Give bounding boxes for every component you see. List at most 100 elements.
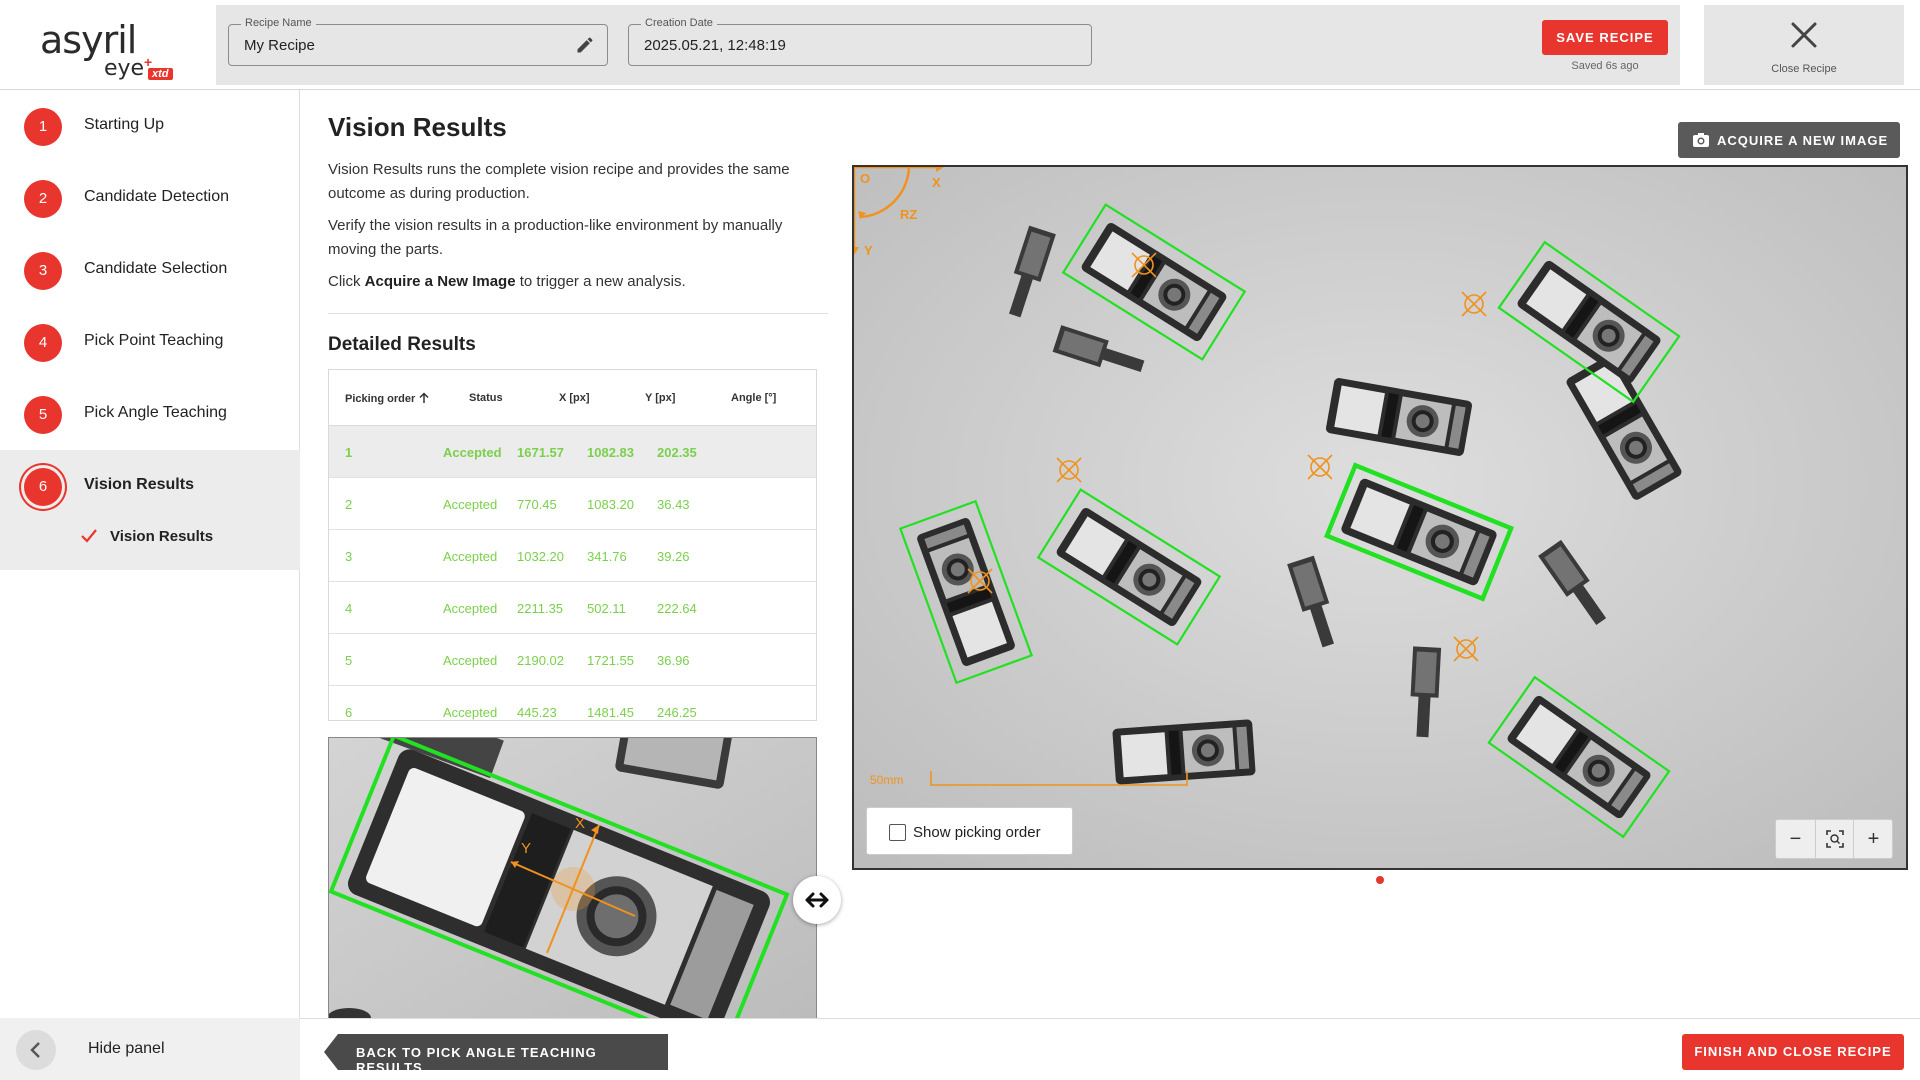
chevron-left-icon[interactable] [16,1030,56,1070]
hide-panel-button[interactable]: Hide panel [0,1018,300,1080]
hide-panel-label: Hide panel [88,1040,165,1057]
table-row[interactable]: 4 Accepted 2211.35 502.11 222.64 [329,582,816,634]
step-number: 6 [24,468,62,506]
results-table: Picking order Status X [px] Y [px] Angle… [328,369,817,721]
axis-rz-label: RZ [900,207,917,222]
scale-label: 50mm [870,773,903,787]
table-cell: 6 [345,705,353,720]
recipe-name-field[interactable]: Recipe Name My Recipe [228,17,608,66]
finish-and-close-button[interactable]: FINISH AND CLOSE RECIPE [1682,1034,1904,1070]
column-header-angle[interactable]: Angle [°] [731,392,776,404]
table-cell: 1082.83 [587,445,634,460]
resize-handle[interactable] [793,876,841,924]
paragraph3-bold: Acquire a New Image [364,273,516,290]
axis-x-label: X [932,175,941,190]
creation-date-label: Creation Date [641,17,717,29]
acquire-new-image-button[interactable]: ACQUIRE A NEW IMAGE [1678,122,1900,158]
table-cell: 1032.20 [517,549,564,564]
paragraph3-prefix: Click [328,273,365,290]
column-header-label: Picking order [345,393,416,405]
table-cell: 2 [345,497,353,512]
table-cell: Accepted [443,549,498,564]
table-cell: Accepted [443,445,502,460]
zoomed-part-image: X Y [329,738,816,1019]
recipe-name-value[interactable]: My Recipe [244,37,315,54]
table-cell: 770.45 [517,497,557,512]
close-icon[interactable] [1788,19,1820,51]
table-row[interactable]: 6 Accepted 445.23 1481.45 246.25 [329,686,816,720]
zoomed-part-view: X Y [328,737,817,1020]
table-row[interactable]: 3 Accepted 1032.20 341.76 39.26 [329,530,816,582]
header: asyril eye + xtd Recipe Name My Recipe C… [0,0,1920,90]
sidebar-step-candidate-selection[interactable]: 3 Candidate Selection [0,234,300,306]
camera-icon [1693,133,1709,147]
axis-y-label: Y [864,243,873,258]
creation-date-value: 2025.05.21, 12:48:19 [644,37,786,54]
sidebar-step-pick-point-teaching[interactable]: 4 Pick Point Teaching [0,306,300,378]
table-cell: 2211.35 [517,601,564,616]
table-cell: 246.25 [657,705,697,720]
table-cell: 445.23 [517,705,557,720]
table-cell: 1083.20 [587,497,634,512]
sidebar-step-starting-up[interactable]: 1 Starting Up [0,90,300,162]
table-cell: 341.76 [587,549,627,564]
fit-screen-icon[interactable] [1825,830,1844,848]
close-recipe-label: Close Recipe [1771,63,1837,75]
table-cell: Accepted [443,497,498,512]
sidebar-step-vision-results[interactable]: 6 Vision Results [0,450,300,522]
show-picking-order-toggle[interactable]: Show picking order [866,807,1073,855]
page-indicator-dot [1376,876,1384,884]
double-arrow-icon[interactable] [793,876,841,924]
step-label: Pick Point Teaching [84,332,224,349]
description-paragraph-3: Click Acquire a New Image to trigger a n… [328,270,808,294]
step-label: Candidate Selection [84,260,228,277]
table-cell: 1671.57 [517,445,564,460]
table-cell: Accepted [443,705,498,720]
page-title: Vision Results [328,112,507,142]
step-label: Vision Results [84,476,194,493]
column-header-y[interactable]: Y [px] [645,392,675,404]
table-cell: 36.43 [657,497,690,512]
step-number: 2 [24,180,62,218]
back-button[interactable]: BACK TO PICK ANGLE TEACHING RESULTS [324,1034,668,1070]
save-recipe-button[interactable]: SAVE RECIPE [1542,20,1668,55]
table-cell: 36.96 [657,653,690,668]
close-recipe-button[interactable]: Close Recipe [1704,5,1904,85]
description-paragraph-1: Vision Results runs the complete vision … [328,161,790,202]
table-cell: 4 [345,601,353,616]
logo-edition: xtd [148,68,173,80]
checkbox[interactable] [889,824,906,841]
zoom-out-button[interactable]: − [1776,820,1815,858]
table-cell: 222.64 [657,601,697,616]
zoom-in-button[interactable]: + [1854,820,1893,858]
step-label: Starting Up [84,116,165,133]
table-row[interactable]: 2 Accepted 770.45 1083.20 36.43 [329,478,816,530]
show-picking-order-label: Show picking order [913,824,1041,841]
table-cell: 5 [345,653,353,668]
step-number: 1 [24,108,62,146]
column-header-status[interactable]: Status [469,392,503,404]
step-number: 5 [24,396,62,434]
creation-date-field: Creation Date 2025.05.21, 12:48:19 [628,17,1092,66]
acquire-button-label: ACQUIRE A NEW IMAGE [1717,133,1889,148]
camera-image-viewer[interactable]: O X Y RZ 50mm [852,165,1908,870]
divider [328,313,828,314]
fit-to-screen-button[interactable] [1815,820,1854,858]
table-cell: 202.35 [657,445,697,460]
step-label: Pick Angle Teaching [84,404,227,421]
table-cell: 1481.45 [587,705,634,720]
column-header-x[interactable]: X [px] [559,392,590,404]
pencil-icon[interactable] [575,35,595,55]
recipe-bar: Recipe Name My Recipe Creation Date 2025… [216,5,1680,85]
table-cell: 3 [345,549,353,564]
arrow-up-icon [419,392,429,403]
column-header-picking-order[interactable]: Picking order [345,392,430,405]
sidebar-step-pick-angle-teaching[interactable]: 5 Pick Angle Teaching [0,378,300,450]
table-row[interactable]: 1 Accepted 1671.57 1082.83 202.35 [329,426,816,478]
detailed-results-title: Detailed Results [328,334,476,355]
table-cell: Accepted [443,653,498,668]
table-row[interactable]: 5 Accepted 2190.02 1721.55 36.96 [329,634,816,686]
sidebar-step-candidate-detection[interactable]: 2 Candidate Detection [0,162,300,234]
step-label: Candidate Detection [84,188,229,205]
table-cell: Accepted [443,601,498,616]
